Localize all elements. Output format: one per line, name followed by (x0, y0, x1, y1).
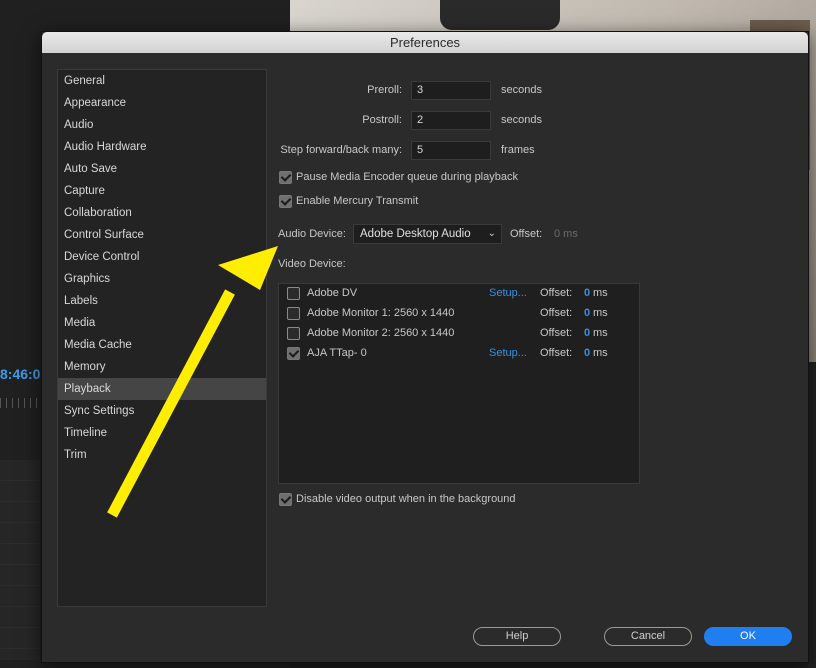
step-unit: frames (501, 144, 535, 156)
preview-object (440, 0, 560, 30)
background-timecode: 8:46:0 (0, 366, 41, 382)
step-label: Step forward/back many: (280, 144, 402, 156)
mercury-transmit-label: Enable Mercury Transmit (296, 195, 419, 207)
list-item: Adobe Monitor 1: 2560 x 1440 Offset: 0 m… (279, 304, 639, 324)
setup-link[interactable]: Setup... (489, 347, 527, 359)
preroll-input[interactable]: 3 (411, 81, 491, 100)
device-offset-value[interactable]: 0 (584, 347, 590, 359)
postroll-label: Postroll: (362, 114, 402, 126)
audio-device-value: Adobe Desktop Audio (360, 228, 471, 240)
device-name: Adobe DV (307, 287, 358, 299)
sidebar-item-audio[interactable]: Audio (58, 114, 266, 136)
device-offset-value[interactable]: 0 (584, 307, 590, 319)
device-offset-label: Offset: (540, 347, 573, 359)
setup-link[interactable]: Setup... (489, 287, 527, 299)
audio-device-label: Audio Device: (278, 228, 346, 240)
sidebar-item-appearance[interactable]: Appearance (58, 92, 266, 114)
device-offset-unit: ms (593, 327, 608, 339)
device-offset-unit: ms (593, 287, 608, 299)
device-offset-label: Offset: (540, 327, 573, 339)
ok-button[interactable]: OK (704, 627, 792, 646)
sidebar-item-device-control[interactable]: Device Control (58, 246, 266, 268)
device-name: AJA TTap- 0 (307, 347, 367, 359)
device-offset-unit: ms (593, 307, 608, 319)
video-device-label: Video Device: (278, 258, 346, 270)
background-track-rows (0, 460, 40, 660)
device-offset-value[interactable]: 0 (584, 287, 590, 299)
device-offset-label: Offset: (540, 307, 573, 319)
list-item: Adobe Monitor 2: 2560 x 1440 Offset: 0 m… (279, 324, 639, 344)
audio-offset-value: 0 ms (554, 228, 578, 240)
sidebar-item-timeline[interactable]: Timeline (58, 422, 266, 444)
sidebar-item-graphics[interactable]: Graphics (58, 268, 266, 290)
background-ruler (0, 398, 40, 408)
device-offset-label: Offset: (540, 287, 573, 299)
sidebar-item-playback[interactable]: Playback (58, 378, 266, 400)
help-button[interactable]: Help (473, 627, 561, 646)
sidebar-item-capture[interactable]: Capture (58, 180, 266, 202)
sidebar-item-media-cache[interactable]: Media Cache (58, 334, 266, 356)
device-checkbox[interactable] (287, 327, 300, 340)
video-device-list: Adobe DV Setup... Offset: 0 ms Adobe Mon… (278, 283, 640, 484)
mercury-transmit-checkbox[interactable] (279, 195, 292, 208)
device-offset-value[interactable]: 0 (584, 327, 590, 339)
background-panel (808, 362, 816, 668)
sidebar-item-collaboration[interactable]: Collaboration (58, 202, 266, 224)
sidebar-item-labels[interactable]: Labels (58, 290, 266, 312)
pause-encoder-label: Pause Media Encoder queue during playbac… (296, 171, 518, 183)
sidebar-item-audio-hardware[interactable]: Audio Hardware (58, 136, 266, 158)
sidebar-item-trim[interactable]: Trim (58, 444, 266, 466)
list-item: AJA TTap- 0 Setup... Offset: 0 ms (279, 344, 639, 364)
device-name: Adobe Monitor 2: 2560 x 1440 (307, 327, 455, 339)
device-checkbox[interactable] (287, 287, 300, 300)
device-checkbox[interactable] (287, 347, 300, 360)
disable-bg-output-label: Disable video output when in the backgro… (296, 493, 516, 505)
sidebar-item-auto-save[interactable]: Auto Save (58, 158, 266, 180)
cancel-button[interactable]: Cancel (604, 627, 692, 646)
preferences-dialog: Preferences General Appearance Audio Aud… (41, 31, 809, 663)
sidebar-item-media[interactable]: Media (58, 312, 266, 334)
preroll-unit: seconds (501, 84, 542, 96)
chevron-down-icon: ⌄ (487, 228, 496, 239)
preroll-label: Preroll: (367, 84, 402, 96)
list-item: Adobe DV Setup... Offset: 0 ms (279, 284, 639, 304)
device-checkbox[interactable] (287, 307, 300, 320)
disable-bg-output-checkbox[interactable] (279, 493, 292, 506)
audio-device-select[interactable]: Adobe Desktop Audio ⌄ (353, 224, 502, 244)
device-name: Adobe Monitor 1: 2560 x 1440 (307, 307, 455, 319)
dialog-title: Preferences (42, 32, 808, 53)
pause-encoder-checkbox[interactable] (279, 171, 292, 184)
postroll-input[interactable]: 2 (411, 111, 491, 130)
sidebar-item-general[interactable]: General (58, 70, 266, 92)
sidebar-item-control-surface[interactable]: Control Surface (58, 224, 266, 246)
audio-offset-label: Offset: (510, 228, 543, 240)
device-offset-unit: ms (593, 347, 608, 359)
postroll-unit: seconds (501, 114, 542, 126)
preferences-sidebar: General Appearance Audio Audio Hardware … (57, 69, 267, 607)
step-input[interactable]: 5 (411, 141, 491, 160)
sidebar-item-memory[interactable]: Memory (58, 356, 266, 378)
sidebar-item-sync-settings[interactable]: Sync Settings (58, 400, 266, 422)
